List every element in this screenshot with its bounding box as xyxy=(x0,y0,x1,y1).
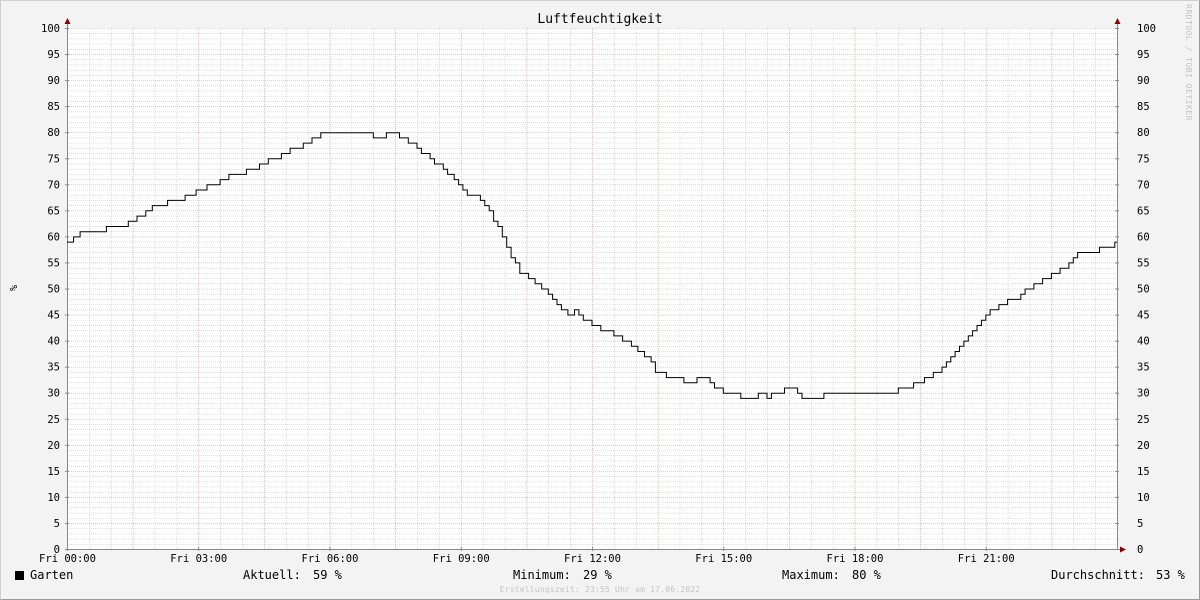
x-tick-label: Fri 12:00 xyxy=(564,553,621,565)
y-axis-right-arrow xyxy=(1114,18,1121,24)
y-tick-label-right: 90 xyxy=(1137,75,1150,87)
y-tick-label-left: 30 xyxy=(47,388,60,400)
y-tick-label-right: 30 xyxy=(1137,388,1150,400)
rrdtool-watermark: RRDTOOL / TOBI OETIKER xyxy=(1184,4,1193,121)
y-tick-label-left: 20 xyxy=(47,440,60,452)
x-tick-label: Fri 21:00 xyxy=(958,553,1015,565)
y-tick-label-left: 15 xyxy=(47,466,60,478)
y-tick-label-right: 45 xyxy=(1137,310,1150,322)
y-tick-label-right: 75 xyxy=(1137,153,1150,165)
y-axis-left-arrow xyxy=(64,18,71,24)
y-tick-label-left: 55 xyxy=(47,257,60,269)
x-tick-label: Fri 09:00 xyxy=(433,553,490,565)
y-tick-label-right: 5 xyxy=(1137,518,1143,530)
x-tick-label: Fri 00:00 xyxy=(39,553,96,565)
y-tick-label-left: 85 xyxy=(47,101,60,113)
y-tick-label-right: 85 xyxy=(1137,101,1150,113)
x-axis-arrow xyxy=(1120,546,1126,553)
creation-time-footer: Erstellungszeit: 23:55 Uhr am 17.06.2022 xyxy=(499,585,701,594)
y-tick-label-right: 65 xyxy=(1137,205,1150,217)
y-tick-label-right: 55 xyxy=(1137,257,1150,269)
y-tick-label-left: 40 xyxy=(47,336,60,348)
y-axis-label: % xyxy=(7,285,18,291)
x-tick-label: Fri 03:00 xyxy=(170,553,227,565)
plot-area xyxy=(67,28,1117,549)
current-value: 59 % xyxy=(313,568,342,582)
average-value: 53 % xyxy=(1156,568,1185,582)
y-tick-label-right: 95 xyxy=(1137,49,1150,61)
minimum-label: Minimum: xyxy=(513,568,571,582)
y-tick-label-left: 45 xyxy=(47,310,60,322)
y-tick-label-right: 10 xyxy=(1137,492,1150,504)
maximum-value: 80 % xyxy=(852,568,881,582)
y-tick-label-left: 100 xyxy=(41,23,60,35)
current-label: Aktuell: xyxy=(243,568,301,582)
y-tick-label-right: 60 xyxy=(1137,231,1150,243)
y-tick-label-left: 80 xyxy=(47,127,60,139)
minimum-value: 29 % xyxy=(583,568,612,582)
y-tick-label-right: 100 xyxy=(1137,23,1156,35)
y-tick-label-left: 35 xyxy=(47,362,60,374)
maximum-label: Maximum: xyxy=(782,568,840,582)
y-tick-label-left: 65 xyxy=(47,205,60,217)
y-tick-label-right: 25 xyxy=(1137,414,1150,426)
y-tick-label-right: 0 xyxy=(1137,544,1143,556)
y-tick-label-left: 95 xyxy=(47,49,60,61)
average-label: Durchschnitt: xyxy=(1051,568,1145,582)
x-tick-label: Fri 06:00 xyxy=(302,553,359,565)
legend-row: Garten Aktuell: 59 % Minimum: 29 % Maxim… xyxy=(0,566,1200,586)
y-tick-label-right: 20 xyxy=(1137,440,1150,452)
chart-title: Luftfeuchtigkeit xyxy=(537,12,662,27)
y-tick-label-right: 80 xyxy=(1137,127,1150,139)
chart: 0 05 510 1015 1520 2025 2530 3035 3540 4045 4550 50… xyxy=(7,12,1156,565)
y-tick-label-left: 10 xyxy=(47,492,60,504)
legend-series-name: Garten xyxy=(30,568,74,582)
x-tick-label: Fri 18:00 xyxy=(827,553,884,565)
y-tick-label-right: 70 xyxy=(1137,179,1150,191)
y-tick-label-left: 5 xyxy=(54,518,60,530)
y-tick-label-right: 40 xyxy=(1137,336,1150,348)
y-tick-label-left: 90 xyxy=(47,75,60,87)
x-tick-label: Fri 15:00 xyxy=(695,553,752,565)
y-tick-label-right: 15 xyxy=(1137,466,1150,478)
y-tick-label-right: 35 xyxy=(1137,362,1150,374)
y-tick-label-left: 60 xyxy=(47,231,60,243)
y-tick-label-left: 25 xyxy=(47,414,60,426)
y-tick-label-left: 50 xyxy=(47,284,60,296)
y-tick-label-left: 75 xyxy=(47,153,60,165)
y-tick-label-left: 70 xyxy=(47,179,60,191)
legend-swatch-garten xyxy=(15,571,24,580)
y-tick-label-right: 50 xyxy=(1137,284,1150,296)
